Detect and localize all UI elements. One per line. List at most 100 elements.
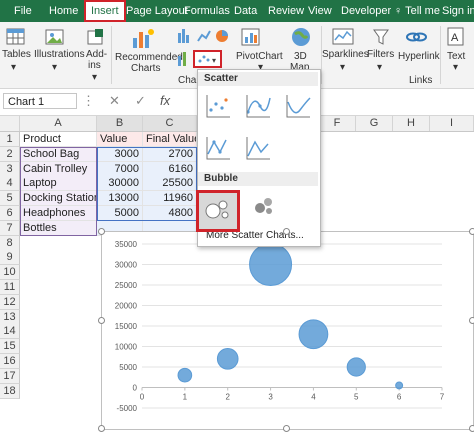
select-all-corner[interactable]	[0, 116, 20, 131]
row-header-1[interactable]: 1	[0, 132, 20, 147]
x-tick-label: 5	[354, 393, 359, 402]
column-header-g[interactable]: G	[356, 116, 393, 131]
tab-page-layout[interactable]: Page Layout	[126, 0, 188, 22]
row-header-7[interactable]: 7	[0, 220, 20, 236]
row-header-10[interactable]: 10	[0, 265, 20, 281]
column-header-f[interactable]: F	[319, 116, 356, 131]
row-header-15[interactable]: 15	[0, 339, 20, 355]
text-button[interactable]: Text	[447, 51, 465, 62]
row-header-6[interactable]: 6	[0, 206, 20, 221]
filters-button[interactable]: Filters	[367, 49, 394, 60]
resize-handle[interactable]	[98, 228, 105, 235]
row-header-13[interactable]: 13	[0, 309, 20, 325]
hyperlink-button[interactable]: Hyperlink	[398, 51, 440, 62]
scatter-straight-markers-icon[interactable]	[204, 134, 232, 162]
column-header-a[interactable]: A	[20, 116, 97, 131]
y-tick-label: 35000	[115, 240, 138, 249]
resize-handle[interactable]	[469, 228, 474, 235]
recommended-charts-button[interactable]: Recommended	[115, 52, 183, 63]
cell[interactable]: Final Value	[143, 132, 197, 147]
row-header-2[interactable]: 2	[0, 146, 20, 162]
bubble-point	[346, 357, 366, 377]
bubble-point	[249, 243, 293, 286]
illustrations-icon[interactable]	[44, 27, 66, 47]
svg-text:▾: ▾	[212, 56, 216, 65]
row-header-4[interactable]: 4	[0, 176, 20, 192]
bubble-chart[interactable]: 35000 30000 25000 20000 15000 10000 5000 0 -5000…	[101, 231, 474, 430]
row-header-11[interactable]: 11	[0, 280, 20, 295]
row-header-17[interactable]: 17	[0, 368, 20, 384]
bubble-point	[395, 381, 404, 390]
tell-me-search[interactable]: ♀ Tell me	[394, 0, 440, 22]
row-header-8[interactable]: 8	[0, 235, 20, 251]
tables-button[interactable]: Tables	[2, 49, 31, 60]
links-group-label: Links	[409, 75, 433, 86]
tab-developer[interactable]: Developer	[341, 0, 391, 22]
tab-insert[interactable]: Insert	[84, 0, 126, 22]
addins-icon[interactable]	[86, 27, 106, 47]
row-header-14[interactable]: 14	[0, 324, 20, 340]
scatter-smooth-lines-icon[interactable]	[284, 92, 312, 120]
x-tick-label: 2	[225, 393, 230, 402]
row-header-9[interactable]: 9	[0, 250, 20, 266]
text-box-icon[interactable]: A	[446, 26, 466, 48]
scatter-straight-lines-icon[interactable]	[244, 134, 272, 162]
column-header-b[interactable]: B	[97, 116, 143, 131]
tab-data[interactable]: Data	[234, 0, 257, 22]
globe-icon[interactable]	[290, 26, 312, 48]
bubble-point	[298, 319, 329, 350]
bar-chart-icon[interactable]	[176, 50, 192, 68]
row-header-18[interactable]: 18	[0, 383, 20, 399]
insert-scatter-button[interactable]: ▾	[193, 50, 222, 68]
filter-icon[interactable]	[372, 27, 390, 47]
tab-file[interactable]: File	[14, 0, 32, 22]
x-tick-label: 6	[397, 393, 402, 402]
resize-handle[interactable]	[98, 317, 105, 324]
scatter-smooth-markers-icon[interactable]	[244, 92, 272, 120]
resize-handle[interactable]	[283, 425, 290, 432]
column-header-i[interactable]: I	[430, 116, 474, 131]
enter-icon[interactable]: ✓	[135, 94, 146, 108]
resize-handle[interactable]	[98, 425, 105, 432]
bubble-chart-option[interactable]	[196, 190, 240, 232]
3d-map-button[interactable]: 3D	[294, 51, 307, 62]
recommended-charts-icon[interactable]	[130, 26, 156, 50]
resize-handle[interactable]	[469, 317, 474, 324]
sign-in-link[interactable]: Sign in	[442, 0, 474, 22]
sparklines-button[interactable]: Sparklines	[322, 49, 369, 60]
cancel-icon[interactable]: ✕	[109, 94, 120, 108]
row-header-12[interactable]: 12	[0, 294, 20, 310]
column-header-c[interactable]: C	[143, 116, 197, 131]
illustrations-button[interactable]: Illustrations	[34, 49, 85, 60]
name-box[interactable]: Chart 1	[3, 93, 77, 109]
x-tick-label: 0	[140, 393, 145, 402]
row-header-16[interactable]: 16	[0, 354, 20, 369]
column-header-h[interactable]: H	[393, 116, 430, 131]
sparklines-icon[interactable]	[332, 27, 356, 47]
row-header-5[interactable]: 5	[0, 191, 20, 207]
x-tick-label: 3	[268, 393, 273, 402]
resize-handle[interactable]	[283, 228, 290, 235]
lightbulb-icon: ♀	[394, 5, 406, 17]
3d-bubble-icon[interactable]	[250, 192, 278, 220]
cell[interactable]: Value	[97, 132, 143, 147]
x-tick-label: 1	[183, 393, 188, 402]
addins-button[interactable]: Add-	[86, 49, 107, 60]
fx-icon[interactable]: fx	[160, 94, 170, 108]
x-tick-label: 7	[440, 393, 445, 402]
resize-handle[interactable]	[469, 425, 474, 432]
bubble-icon	[205, 200, 229, 219]
row-header-3[interactable]: 3	[0, 161, 20, 177]
tab-formulas[interactable]: Formulas	[184, 0, 230, 22]
tab-view[interactable]: View	[308, 0, 332, 22]
chevron-down-icon[interactable]: ▾	[11, 62, 16, 73]
cell[interactable]: Product	[20, 132, 97, 147]
tables-icon[interactable]	[6, 27, 26, 47]
chart-type-icons[interactable]	[176, 25, 236, 47]
tab-review[interactable]: Review	[268, 0, 304, 22]
pivotchart-icon[interactable]	[240, 26, 262, 48]
scatter-markers-icon[interactable]	[204, 92, 232, 120]
pivotchart-button[interactable]: PivotChart	[236, 51, 283, 62]
tab-home[interactable]: Home	[49, 0, 78, 22]
hyperlink-icon[interactable]	[405, 27, 427, 47]
